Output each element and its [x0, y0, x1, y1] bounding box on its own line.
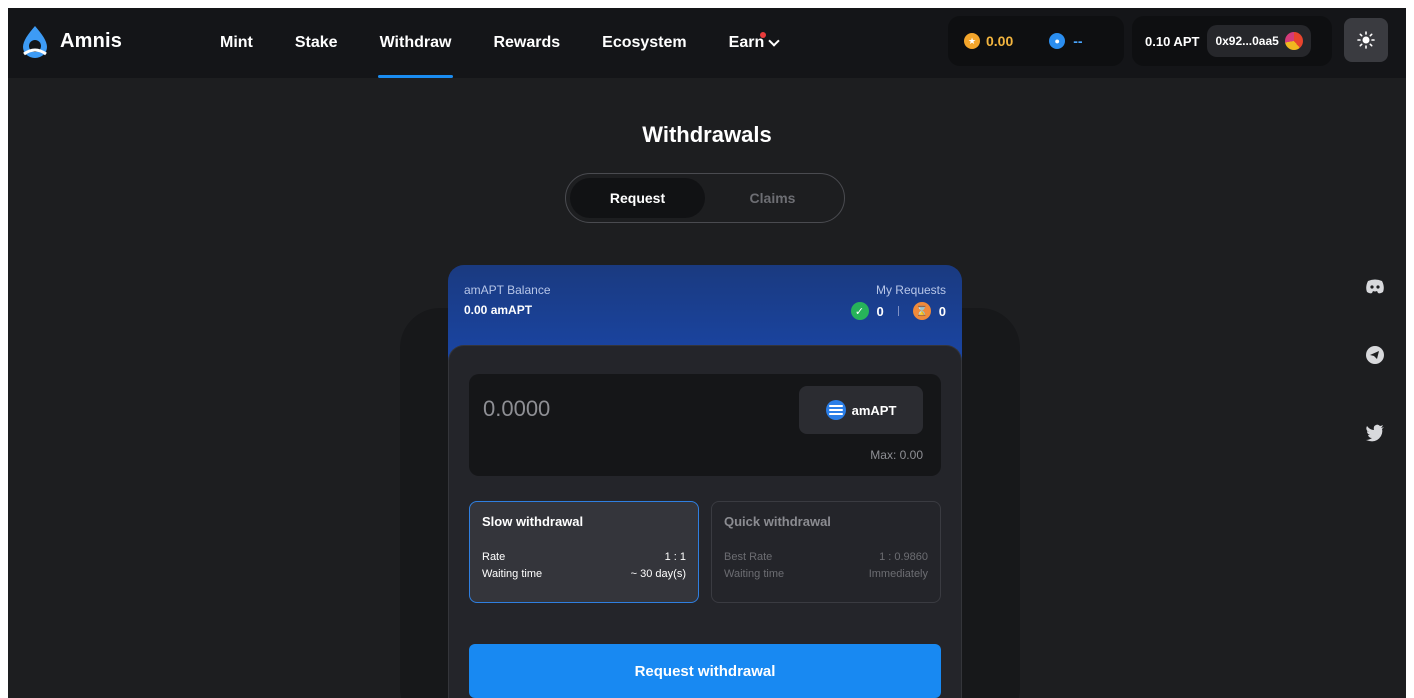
app-frame: Amnis Mint Stake Withdraw Rewards Ecosys…: [8, 8, 1406, 698]
page-title: Withdrawals: [642, 122, 772, 147]
option-title: Slow withdrawal: [482, 514, 584, 529]
row-label: Waiting time: [724, 568, 785, 580]
brand-name: Amnis: [60, 29, 123, 52]
nav-mint[interactable]: Mint: [220, 8, 253, 78]
tab-request[interactable]: Request: [570, 178, 705, 218]
check-icon: ✓: [850, 302, 869, 320]
row-value: 1 : 1: [664, 551, 686, 563]
nav-withdraw[interactable]: Withdraw: [377, 8, 454, 78]
chevron-down-icon: [768, 34, 780, 47]
theme-toggle-button[interactable]: [1344, 18, 1388, 62]
nav-stake[interactable]: Stake: [295, 8, 338, 78]
main-nav: Mint Stake Withdraw Rewards Ecosystem Ea…: [220, 8, 820, 78]
brand-logo[interactable]: Amnis: [20, 24, 122, 58]
wallet-address: 0x92...0aa5: [1215, 34, 1279, 48]
withdraw-tabs: Request Claims: [565, 173, 845, 223]
row-value: 1 : 0.9860: [879, 551, 928, 563]
row-label: Best Rate: [724, 551, 773, 563]
blue-points-value: --: [1073, 33, 1083, 49]
top-nav-bar: Amnis Mint Stake Withdraw Rewards Ecosys…: [8, 8, 1406, 78]
pending-count: 0: [938, 303, 946, 319]
nav-rewards[interactable]: Rewards: [493, 8, 560, 78]
balance-value: 0.00 amAPT: [464, 303, 533, 317]
row-label: Waiting time: [482, 568, 543, 580]
blue-badge-icon: ●: [1049, 33, 1066, 49]
row-label: Rate: [482, 551, 506, 563]
withdraw-form-card: 0.0000 amAPT Max: 0.00 Slow withdrawal R…: [448, 345, 962, 698]
nav-earn-label: Earn: [728, 34, 765, 51]
amount-input[interactable]: 0.0000: [483, 396, 550, 422]
points-pill[interactable]: ★ 0.00 ● --: [948, 16, 1124, 66]
new-badge-dot: [760, 32, 767, 38]
wallet-address-button[interactable]: 0x92...0aa5: [1207, 25, 1311, 57]
wallet-avatar: [1284, 32, 1303, 50]
tab-claims[interactable]: Claims: [705, 178, 840, 218]
my-requests-label[interactable]: My Requests: [876, 283, 946, 297]
request-counts[interactable]: ✓ 0 ⌛ 0: [850, 302, 946, 320]
max-amount[interactable]: Max: 0.00: [870, 448, 923, 462]
amount-box: 0.0000 amAPT Max: 0.00: [469, 374, 941, 476]
twitter-icon[interactable]: [1364, 422, 1386, 444]
apt-balance: 0.10 APT: [1145, 33, 1200, 49]
nav-earn[interactable]: Earn: [728, 8, 780, 78]
completed-count: 0: [876, 303, 884, 319]
telegram-icon[interactable]: [1364, 344, 1386, 366]
divider: [897, 306, 899, 316]
sun-icon: [1357, 31, 1375, 49]
request-withdrawal-button[interactable]: Request withdrawal: [469, 644, 941, 698]
nav-ecosystem[interactable]: Ecosystem: [602, 8, 687, 78]
quick-withdrawal-option[interactable]: Quick withdrawal Best Rate 1 : 0.9860 Wa…: [711, 501, 941, 603]
slow-withdrawal-option[interactable]: Slow withdrawal Rate 1 : 1 Waiting time …: [469, 501, 699, 603]
option-row: Waiting time Immediately: [724, 566, 928, 583]
row-value: ~ 30 day(s): [630, 568, 686, 580]
amapt-token-icon: [825, 400, 846, 420]
wallet-pill[interactable]: 0.10 APT 0x92...0aa5: [1132, 16, 1332, 66]
row-value: Immediately: [868, 568, 928, 580]
option-title: Quick withdrawal: [724, 514, 831, 529]
gold-coin-icon: ★: [964, 33, 980, 49]
token-label: amAPT: [851, 402, 897, 418]
discord-icon[interactable]: [1364, 276, 1386, 298]
balance-label: amAPT Balance: [464, 283, 551, 297]
hourglass-icon: ⌛: [912, 302, 931, 320]
gold-points-value: 0.00: [986, 33, 1014, 49]
option-row: Best Rate 1 : 0.9860: [724, 549, 928, 566]
token-select-button[interactable]: amAPT: [799, 386, 923, 434]
amnis-logo-icon: [23, 26, 47, 58]
option-row: Rate 1 : 1: [482, 549, 686, 566]
option-row: Waiting time ~ 30 day(s): [482, 566, 686, 583]
